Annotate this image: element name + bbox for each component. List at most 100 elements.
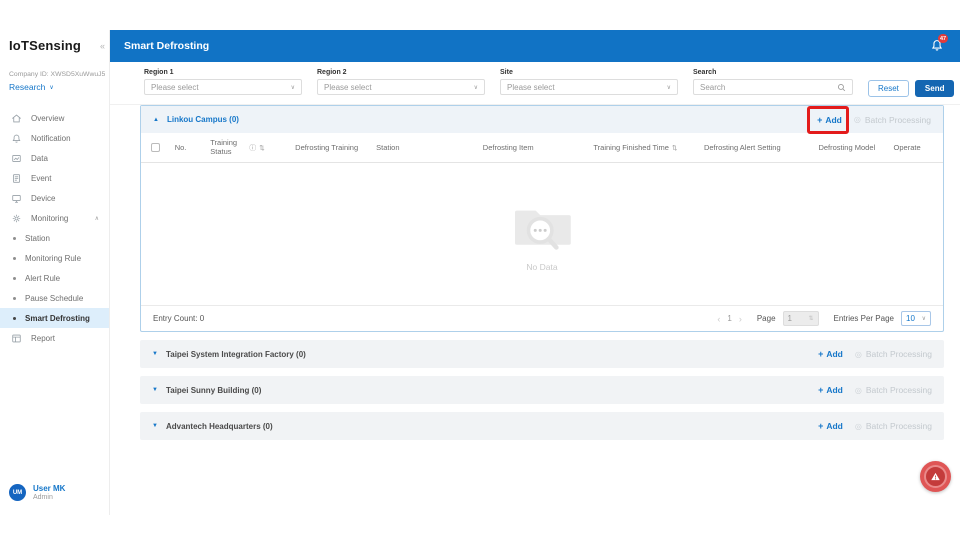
sidebar-nav: Overview Notification Data Event: [0, 108, 109, 348]
sidebar-item-monitoring-rule[interactable]: Monitoring Rule: [0, 248, 109, 268]
user-role: Admin: [33, 494, 65, 501]
page-label: Page: [757, 314, 776, 323]
prev-page-button[interactable]: ‹: [717, 314, 720, 324]
notification-count-badge: 47: [938, 34, 948, 43]
panel-header-linkou[interactable]: ▲ Linkou Campus (0) + Add ◎ Batch Proces…: [141, 106, 943, 133]
notification-bell-button[interactable]: 47: [930, 38, 946, 54]
radio-icon: ◎: [854, 115, 861, 124]
col-operate: Operate: [894, 143, 934, 152]
per-page-select[interactable]: 10 ∨: [901, 311, 931, 326]
panel-linkou-campus: ▲ Linkou Campus (0) + Add ◎ Batch Proces…: [140, 105, 944, 332]
current-page[interactable]: 1: [727, 314, 731, 323]
data-icon: [10, 152, 22, 164]
col-training-status: Training Status ⓘ ⇅: [210, 139, 295, 156]
radio-icon: ◎: [855, 386, 862, 395]
user-name: User MK: [33, 484, 65, 493]
batch-processing-button[interactable]: ◎ Batch Processing: [855, 349, 932, 359]
pagination: ‹ 1 › Page 1 ⇅ Entries Per Page 10 ∨: [717, 311, 931, 326]
collapse-down-icon: ▼: [152, 423, 158, 429]
chevron-down-icon: ∨: [474, 84, 478, 91]
panel-taipei-sunny-building[interactable]: ▼ Taipei Sunny Building (0) + Add ◎ Batc…: [140, 376, 944, 404]
search-box: [693, 79, 853, 95]
plus-icon: +: [818, 349, 823, 359]
batch-processing-button[interactable]: ◎ Batch Processing: [855, 421, 932, 431]
search-input[interactable]: [700, 83, 837, 92]
panel-advantech-headquarters[interactable]: ▼ Advantech Headquarters (0) + Add ◎ Bat…: [140, 412, 944, 440]
region1-select[interactable]: Please select ∨: [144, 79, 302, 95]
sidebar-item-notification[interactable]: Notification: [0, 128, 109, 148]
page-header: Smart Defrosting 47: [110, 30, 960, 62]
device-icon: [10, 192, 22, 204]
alarm-fab-button[interactable]: [920, 461, 951, 492]
page-input[interactable]: 1 ⇅: [783, 311, 819, 326]
info-icon[interactable]: ⓘ: [249, 143, 256, 153]
select-all-checkbox[interactable]: [151, 143, 160, 152]
table-header-row: No. Training Status ⓘ ⇅ Defrosting Train…: [141, 133, 943, 163]
report-icon: [10, 332, 22, 344]
bullet-icon: [13, 277, 16, 280]
col-training-finished-time: Training Finished Time ⇅: [593, 143, 704, 152]
add-button[interactable]: + Add: [818, 385, 843, 395]
sidebar: IoTSensing « Company ID: XWSD5XuWwuJ5 Re…: [0, 30, 110, 515]
empty-state: No Data: [141, 163, 943, 305]
add-button[interactable]: + Add: [818, 349, 843, 359]
org-name: Research: [9, 82, 45, 92]
chevron-down-icon: ∨: [922, 315, 926, 322]
sidebar-item-overview[interactable]: Overview: [0, 108, 109, 128]
no-data-illustration-icon: [506, 196, 578, 254]
site-label: Site: [500, 69, 678, 76]
batch-processing-button[interactable]: ◎ Batch Processing: [855, 385, 932, 395]
radio-icon: ◎: [855, 350, 862, 359]
bullet-icon: [13, 237, 16, 240]
col-station: Station: [376, 143, 483, 152]
region2-select[interactable]: Please select ∨: [317, 79, 485, 95]
region2-label: Region 2: [317, 69, 485, 76]
sidebar-item-report[interactable]: Report: [0, 328, 109, 348]
bullet-icon: [13, 257, 16, 260]
add-button[interactable]: + Add: [818, 421, 843, 431]
batch-processing-button[interactable]: ◎ Batch Processing: [854, 115, 931, 125]
col-defrosting-item: Defrosting Item: [483, 143, 594, 152]
avatar: UM: [9, 484, 26, 501]
plus-icon: +: [817, 115, 822, 125]
filter-bar: Region 1 Please select ∨ Region 2 Please…: [110, 62, 960, 105]
sidebar-item-data[interactable]: Data: [0, 148, 109, 168]
org-switcher[interactable]: Research ∨: [0, 78, 109, 92]
reset-button[interactable]: Reset: [868, 80, 909, 97]
collapse-up-icon: ▲: [153, 117, 159, 123]
app-logo: IoTSensing: [9, 38, 81, 53]
main-content: Region 1 Please select ∨ Region 2 Please…: [110, 62, 960, 515]
sidebar-collapse-icon[interactable]: «: [100, 41, 105, 51]
plus-icon: +: [818, 385, 823, 395]
site-select[interactable]: Please select ∨: [500, 79, 678, 95]
sidebar-item-event[interactable]: Event: [0, 168, 109, 188]
sidebar-item-smart-defrosting[interactable]: Smart Defrosting: [0, 308, 109, 328]
user-profile[interactable]: UM User MK Admin: [0, 484, 65, 501]
sidebar-item-monitoring[interactable]: Monitoring ∧: [0, 208, 109, 228]
sidebar-item-station[interactable]: Station: [0, 228, 109, 248]
sort-icon[interactable]: ⇅: [259, 144, 264, 152]
sidebar-item-device[interactable]: Device: [0, 188, 109, 208]
chevron-up-icon: ∧: [95, 215, 99, 222]
add-button[interactable]: + Add: [817, 115, 842, 125]
company-id: Company ID: XWSD5XuWwuJ5: [0, 53, 109, 78]
no-data-text: No Data: [526, 262, 557, 272]
sidebar-item-alert-rule[interactable]: Alert Rule: [0, 268, 109, 288]
chevron-down-icon: ∨: [49, 84, 53, 91]
col-no: No.: [175, 143, 211, 152]
search-label: Search: [693, 69, 853, 76]
collapse-down-icon: ▼: [152, 387, 158, 393]
send-button[interactable]: Send: [915, 80, 955, 97]
page-title: Smart Defrosting: [124, 40, 209, 52]
col-defrosting-model: Defrosting Model: [818, 143, 893, 152]
search-icon: [837, 83, 846, 92]
sort-icon[interactable]: ⇅: [672, 144, 677, 152]
entries-per-page-label: Entries Per Page: [834, 314, 894, 323]
panel-taipei-system-integration-factory[interactable]: ▼ Taipei System Integration Factory (0) …: [140, 340, 944, 368]
next-page-button[interactable]: ›: [739, 314, 742, 324]
bullet-icon: [13, 317, 16, 320]
radio-icon: ◎: [855, 422, 862, 431]
region1-label: Region 1: [144, 69, 302, 76]
sidebar-item-pause-schedule[interactable]: Pause Schedule: [0, 288, 109, 308]
alarm-warning-icon: [924, 465, 947, 488]
